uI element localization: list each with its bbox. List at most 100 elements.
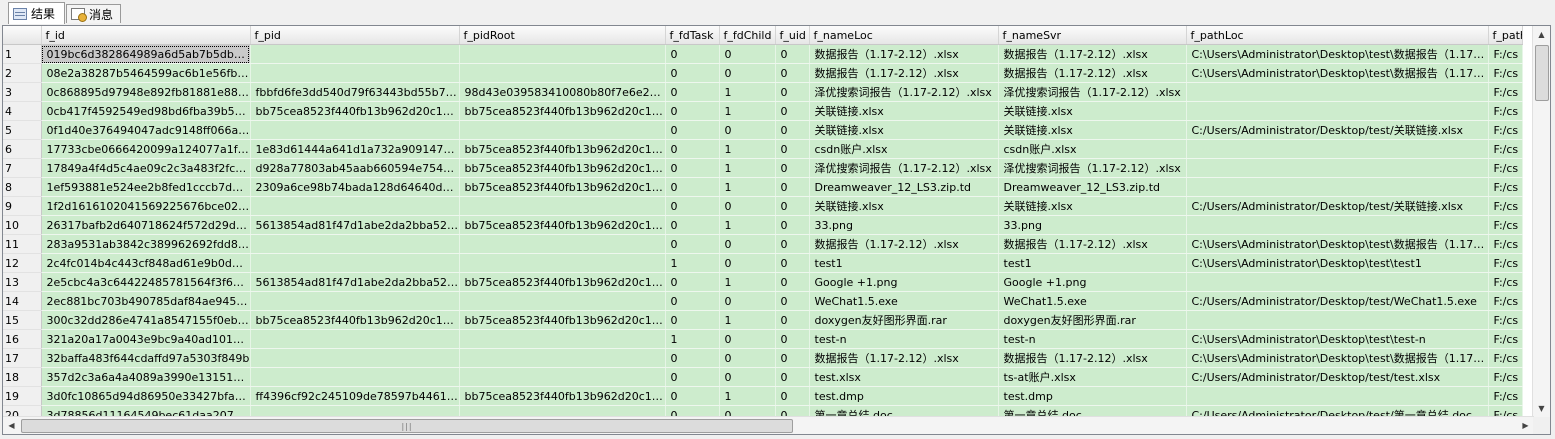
cell-f-uid[interactable]: 0 bbox=[775, 386, 810, 406]
cell-f-nameloc[interactable]: Google +1.png bbox=[809, 272, 999, 292]
cell-f-pathloc[interactable]: C:\Users\Administrator\Desktop\test\数据报告… bbox=[1186, 63, 1489, 83]
table-row[interactable]: 17 32baffa483f644cdaffd97a5303f849b 0 0 0 数据报… bbox=[3, 348, 1523, 368]
cell-f-pathloc[interactable]: C:\Users\Administrator\Desktop\test\test… bbox=[1186, 329, 1489, 349]
cell-f-id[interactable]: 26317bafb2d640718624f572d29d17a4 bbox=[41, 215, 251, 235]
cell-f-uid[interactable]: 0 bbox=[775, 44, 810, 64]
cell-f-pathloc[interactable] bbox=[1186, 139, 1489, 159]
horizontal-scroll-thumb[interactable]: ||| bbox=[21, 419, 793, 433]
cell-f-id[interactable]: 1f2d1616102041569225676bce025a1b bbox=[41, 196, 251, 216]
cell-f-fdtask[interactable]: 0 bbox=[665, 44, 720, 64]
column-header-f-id[interactable]: f_id bbox=[41, 26, 251, 45]
table-row[interactable]: 13 2e5cbc4a3c64422485781564f3f6b0d1 561385… bbox=[3, 272, 1523, 292]
cell-f-uid[interactable]: 0 bbox=[775, 101, 810, 121]
cell-f-id[interactable]: 08e2a38287b5464599ac6b1e56fb9281 bbox=[41, 63, 251, 83]
cell-f-fdchild[interactable]: 0 bbox=[719, 196, 776, 216]
cell-f-pathloc[interactable] bbox=[1186, 101, 1489, 121]
row-number[interactable]: 1 bbox=[3, 44, 42, 64]
cell-f-id[interactable]: 0cb417f4592549ed98bd6fba39b554ef bbox=[41, 101, 251, 121]
cell-f-namesvr[interactable]: WeChat1.5.exe bbox=[998, 291, 1187, 311]
cell-f-pidroot[interactable] bbox=[459, 253, 666, 273]
vertical-scroll-thumb[interactable] bbox=[1535, 45, 1549, 101]
row-number[interactable]: 2 bbox=[3, 63, 42, 83]
cell-f-path[interactable]: F:/cs bbox=[1488, 82, 1523, 102]
cell-f-nameloc[interactable]: 数据报告（1.17-2.12）.xlsx bbox=[809, 44, 999, 64]
cell-f-fdchild[interactable]: 1 bbox=[719, 82, 776, 102]
cell-f-namesvr[interactable]: test.dmp bbox=[998, 386, 1187, 406]
cell-f-path[interactable]: F:/cs bbox=[1488, 291, 1523, 311]
scroll-right-button[interactable]: ▶ bbox=[1517, 417, 1534, 434]
cell-f-fdtask[interactable]: 0 bbox=[665, 234, 720, 254]
cell-f-nameloc[interactable]: doxygen友好图形界面.rar bbox=[809, 310, 999, 330]
row-number[interactable]: 8 bbox=[3, 177, 42, 197]
cell-f-fdtask[interactable]: 0 bbox=[665, 177, 720, 197]
cell-f-pid[interactable]: fbbfd6fe3dd540d79f63443bd55b7c06 bbox=[250, 82, 460, 102]
cell-f-pathloc[interactable] bbox=[1186, 310, 1489, 330]
cell-f-pid[interactable] bbox=[250, 63, 460, 83]
cell-f-path[interactable]: F:/cs bbox=[1488, 310, 1523, 330]
cell-f-pidroot[interactable] bbox=[459, 367, 666, 387]
cell-f-path[interactable]: F:/cs bbox=[1488, 177, 1523, 197]
cell-f-namesvr[interactable]: Google +1.png bbox=[998, 272, 1187, 292]
row-number[interactable]: 19 bbox=[3, 386, 42, 406]
cell-f-fdtask[interactable]: 0 bbox=[665, 386, 720, 406]
cell-f-namesvr[interactable]: Dreamweaver_12_LS3.zip.td bbox=[998, 177, 1187, 197]
cell-f-namesvr[interactable]: 泽优搜索词报告（1.17-2.12）.xlsx bbox=[998, 158, 1187, 178]
cell-f-fdtask[interactable]: 0 bbox=[665, 215, 720, 235]
cell-f-fdchild[interactable]: 0 bbox=[719, 253, 776, 273]
cell-f-nameloc[interactable]: 关联链接.xlsx bbox=[809, 120, 999, 140]
cell-f-uid[interactable]: 0 bbox=[775, 120, 810, 140]
cell-f-namesvr[interactable]: test1 bbox=[998, 253, 1187, 273]
cell-f-path[interactable]: F:/cs bbox=[1488, 63, 1523, 83]
cell-f-path[interactable]: F:/cs bbox=[1488, 348, 1523, 368]
cell-f-pid[interactable]: 2309a6ce98b74bada128d64640dddfab bbox=[250, 177, 460, 197]
cell-f-namesvr[interactable]: 数据报告（1.17-2.12）.xlsx bbox=[998, 348, 1187, 368]
row-number[interactable]: 17 bbox=[3, 348, 42, 368]
cell-f-uid[interactable]: 0 bbox=[775, 196, 810, 216]
cell-f-uid[interactable]: 0 bbox=[775, 177, 810, 197]
vertical-scrollbar[interactable]: ▲ ▼ bbox=[1532, 26, 1550, 417]
cell-f-pidroot[interactable] bbox=[459, 120, 666, 140]
cell-f-pidroot[interactable] bbox=[459, 44, 666, 64]
cell-f-pid[interactable]: bb75cea8523f440fb13b962d20c146b0 bbox=[250, 101, 460, 121]
cell-f-fdtask[interactable]: 0 bbox=[665, 367, 720, 387]
cell-f-pid[interactable] bbox=[250, 348, 460, 368]
cell-f-nameloc[interactable]: 数据报告（1.17-2.12）.xlsx bbox=[809, 234, 999, 254]
cell-f-uid[interactable]: 0 bbox=[775, 139, 810, 159]
cell-f-uid[interactable]: 0 bbox=[775, 158, 810, 178]
cell-f-namesvr[interactable]: 33.png bbox=[998, 215, 1187, 235]
cell-f-nameloc[interactable]: 泽优搜索词报告（1.17-2.12）.xlsx bbox=[809, 82, 999, 102]
row-number[interactable]: 12 bbox=[3, 253, 42, 273]
cell-f-pathloc[interactable]: C:/Users/Administrator/Desktop/test/关联链接… bbox=[1186, 196, 1489, 216]
cell-f-fdchild[interactable]: 0 bbox=[719, 44, 776, 64]
cell-f-uid[interactable]: 0 bbox=[775, 63, 810, 83]
cell-f-fdtask[interactable]: 0 bbox=[665, 82, 720, 102]
column-header-f-fdtask[interactable]: f_fdTask bbox=[665, 26, 720, 45]
scroll-left-button[interactable]: ◀ bbox=[3, 417, 20, 434]
table-row[interactable]: 5 0f1d40e376494047adc9148ff066a00e 0 0 0 关联链接… bbox=[3, 120, 1523, 140]
cell-f-fdtask[interactable]: 0 bbox=[665, 348, 720, 368]
tab-results[interactable]: 结果 bbox=[8, 2, 65, 24]
cell-f-namesvr[interactable]: csdn账户.xlsx bbox=[998, 139, 1187, 159]
cell-f-pid[interactable] bbox=[250, 234, 460, 254]
cell-f-path[interactable]: F:/cs bbox=[1488, 367, 1523, 387]
row-number[interactable]: 4 bbox=[3, 101, 42, 121]
table-row[interactable]: 14 2ec881bc703b490785daf84ae945dbad 0 0 0 WeC… bbox=[3, 291, 1523, 311]
cell-f-fdtask[interactable]: 0 bbox=[665, 139, 720, 159]
cell-f-namesvr[interactable]: test-n bbox=[998, 329, 1187, 349]
table-row[interactable]: 16 321a20a17a0043e9bc9a40ad10158749 1 0 0 tes… bbox=[3, 329, 1523, 349]
cell-f-uid[interactable]: 0 bbox=[775, 253, 810, 273]
cell-f-pidroot[interactable] bbox=[459, 234, 666, 254]
cell-f-fdtask[interactable]: 1 bbox=[665, 329, 720, 349]
table-row[interactable]: 7 17849a4f4d5c4ae09c2c3a483f2fcd2a d928a77… bbox=[3, 158, 1523, 178]
cell-f-pid[interactable] bbox=[250, 367, 460, 387]
cell-f-pidroot[interactable] bbox=[459, 63, 666, 83]
cell-f-path[interactable]: F:/cs bbox=[1488, 234, 1523, 254]
column-header-f-pid[interactable]: f_pid bbox=[250, 26, 460, 45]
cell-f-id[interactable]: 0c868895d97948e892fb81881e88b369 bbox=[41, 82, 251, 102]
cell-f-nameloc[interactable]: 关联链接.xlsx bbox=[809, 196, 999, 216]
cell-f-fdtask[interactable]: 0 bbox=[665, 272, 720, 292]
cell-f-id[interactable]: 3d0fc10865d94d86950e33427bfa867d bbox=[41, 386, 251, 406]
row-number[interactable]: 9 bbox=[3, 196, 42, 216]
row-number[interactable]: 15 bbox=[3, 310, 42, 330]
column-header-f-pidroot[interactable]: f_pidRoot bbox=[459, 26, 666, 45]
